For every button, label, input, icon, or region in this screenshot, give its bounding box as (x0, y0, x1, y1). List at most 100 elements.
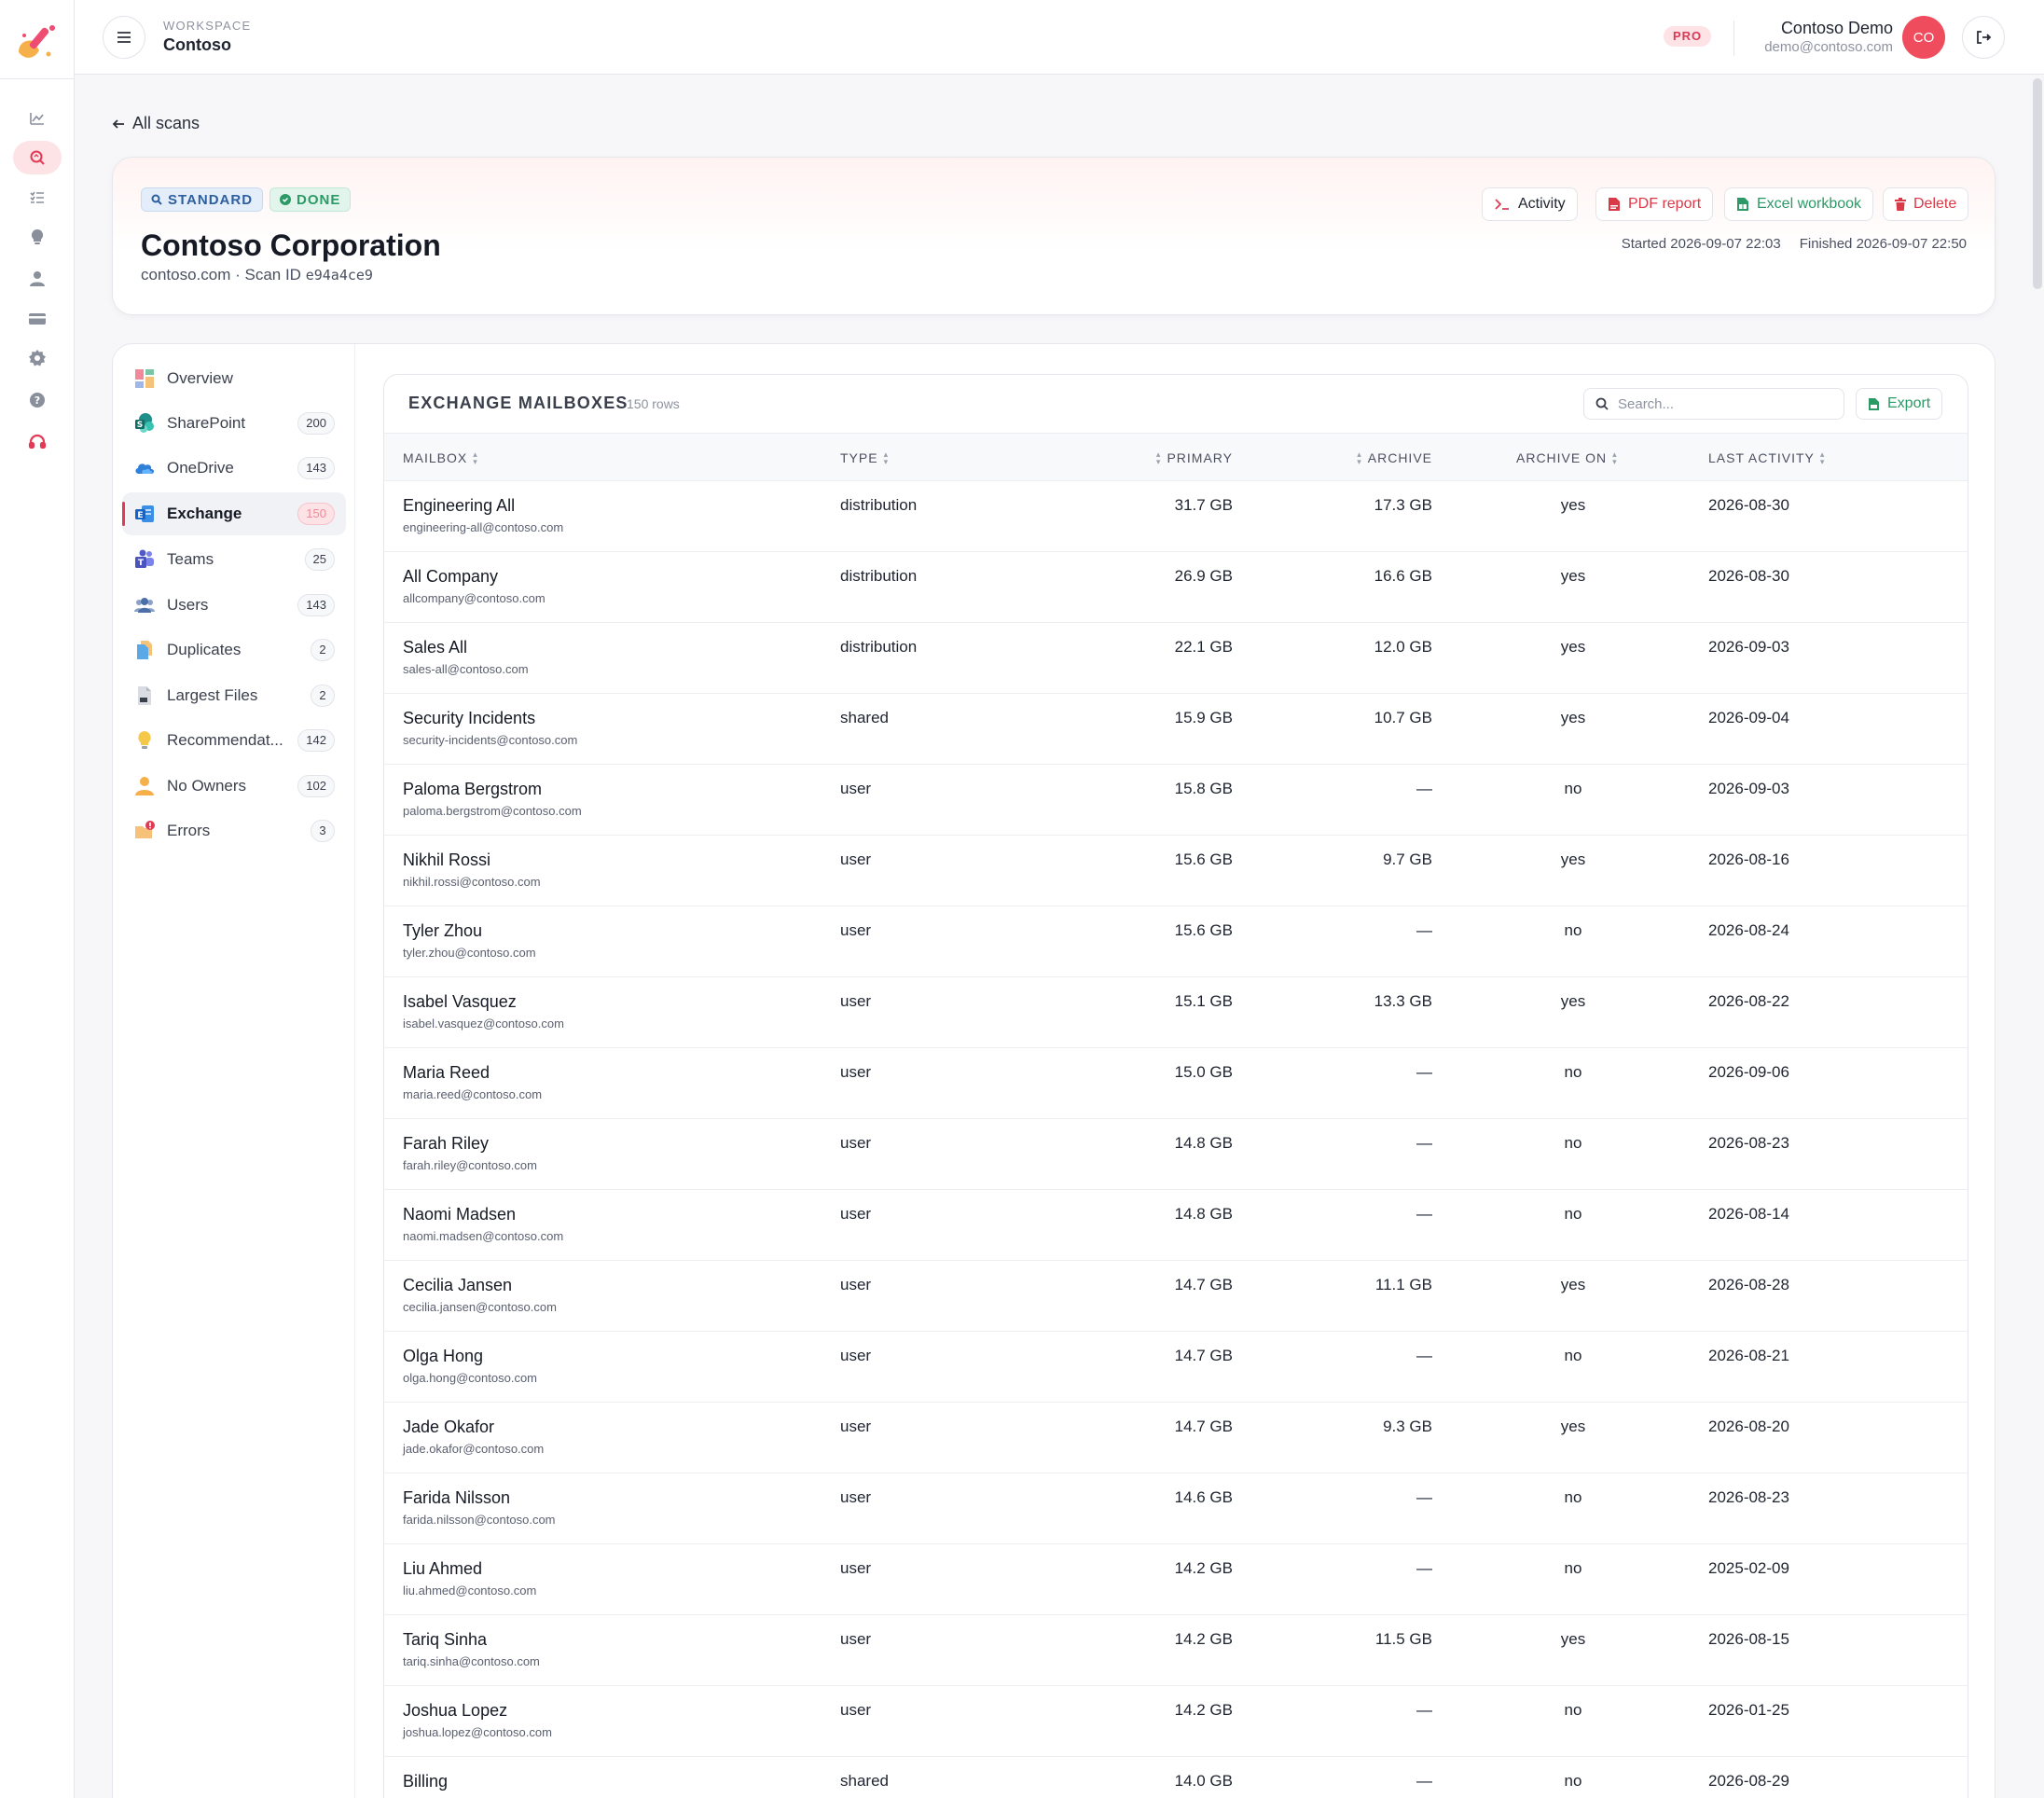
last-activity: 2026-08-23 (1708, 1488, 1789, 1506)
last-activity: 2026-08-30 (1708, 567, 1789, 585)
table-row[interactable]: Jade Okafor jade.okafor@contoso.com user 14… (384, 1403, 1968, 1473)
rail-divider (0, 78, 75, 79)
page-scrollbar[interactable] (2033, 78, 2042, 289)
scans-icon[interactable] (13, 141, 62, 174)
mailbox-email: security-incidents@contoso.com (403, 733, 578, 747)
primary-size: 14.2 GB (1174, 1559, 1233, 1577)
column-header-mailbox[interactable]: MAILBOX ▴ ▾ (403, 450, 478, 466)
sharepoint-icon: S (135, 413, 154, 433)
archive-size: 13.3 GB (1374, 992, 1432, 1010)
workspace-name[interactable]: Contoso (163, 35, 231, 55)
archive-enabled: no (1564, 780, 1582, 797)
primary-size: 14.8 GB (1174, 1134, 1233, 1152)
table-row[interactable]: Tariq Sinha tariq.sinha@contoso.com user 14… (384, 1615, 1968, 1686)
column-header-primary[interactable]: ▴ ▾ PRIMARY (1156, 450, 1233, 466)
top-bar: WORKSPACE Contoso PRO Contoso Demo demo@… (75, 0, 2044, 75)
table-row[interactable]: Liu Ahmed liu.ahmed@contoso.com user 14.2 G… (384, 1544, 1968, 1615)
archive-enabled: no (1564, 1205, 1582, 1223)
excel-workbook-button[interactable]: Excel workbook (1724, 187, 1874, 221)
nav-item-largest-files[interactable]: Largest Files 2 (122, 674, 346, 717)
table-row[interactable]: Sales All sales-all@contoso.com distributi… (384, 623, 1968, 694)
mailbox-name: Tyler Zhou (403, 921, 483, 940)
primary-size: 14.6 GB (1174, 1488, 1233, 1506)
user-icon[interactable] (13, 262, 62, 296)
settings-gear-icon[interactable] (13, 341, 62, 375)
menu-toggle-button[interactable] (103, 16, 145, 59)
logout-button[interactable] (1962, 16, 2005, 59)
nav-label: Teams (167, 550, 214, 568)
table-row[interactable]: Nikhil Rossi nikhil.rossi@contoso.com user… (384, 836, 1968, 906)
archive-size: 16.6 GB (1374, 567, 1432, 585)
nav-item-teams[interactable]: T Teams 25 (122, 538, 346, 581)
scan-times: Started 2026-09-07 22:03 Finished 2026-0… (1622, 236, 1967, 252)
column-header-label: PRIMARY (1167, 450, 1233, 465)
svg-text:?: ? (35, 394, 40, 407)
last-activity: 2026-09-03 (1708, 638, 1789, 656)
nav-label: Users (167, 596, 209, 614)
billing-card-icon[interactable] (13, 302, 62, 336)
nav-item-onedrive[interactable]: OneDrive 143 (122, 447, 346, 490)
help-icon[interactable]: ? (13, 383, 62, 417)
archive-size: 11.1 GB (1374, 1276, 1432, 1293)
table-header: MAILBOX ▴ ▾ TYPE ▴ ▾ ▴ ▾ PRIMARY ▴ ▾ ARCHIVE… (384, 433, 1968, 481)
archive-enabled: yes (1560, 1276, 1586, 1293)
primary-size: 14.8 GB (1174, 1205, 1233, 1223)
mailbox-email: olga.hong@contoso.com (403, 1371, 538, 1385)
nav-item-duplicates[interactable]: Duplicates 2 (122, 629, 346, 671)
mailbox-name: Joshua Lopez (403, 1701, 508, 1720)
app-logo-icon[interactable] (11, 17, 63, 69)
support-headset-icon[interactable] (13, 425, 62, 459)
nav-item-overview[interactable]: Overview (122, 357, 346, 400)
nav-item-errors[interactable]: Errors 3 (122, 809, 346, 852)
table-row[interactable]: Olga Hong olga.hong@contoso.com user 14.7 G… (384, 1332, 1968, 1403)
page-title: Contoso Corporation (141, 228, 441, 262)
column-header-last-activity[interactable]: LAST ACTIVITY ▴ ▾ (1708, 450, 1825, 466)
left-rail: ? (0, 0, 75, 1798)
table-row[interactable]: Cecilia Jansen cecilia.jansen@contoso.com… (384, 1261, 1968, 1332)
mailbox-name: Isabel Vasquez (403, 992, 517, 1011)
overview-grid-icon (135, 369, 154, 388)
nav-item-exchange[interactable]: E Exchange 150 (122, 492, 346, 535)
last-activity: 2026-08-29 (1708, 1772, 1789, 1790)
analytics-icon[interactable] (13, 102, 62, 135)
activity-button[interactable]: Activity (1482, 187, 1578, 221)
nav-item-users[interactable]: Users 143 (122, 584, 346, 627)
nav-item-recommendations[interactable]: Recommendat... 142 (122, 719, 346, 762)
mailbox-name: Farah Riley (403, 1134, 490, 1153)
archive-size: — (1416, 1772, 1432, 1790)
primary-size: 14.7 GB (1174, 1347, 1233, 1364)
table-row[interactable]: Billing shared 14.0 GB — no 2026-08-29 (384, 1757, 1968, 1798)
nav-item-sharepoint[interactable]: S SharePoint 200 (122, 402, 346, 445)
table-row[interactable]: Joshua Lopez joshua.lopez@contoso.com user… (384, 1686, 1968, 1757)
back-to-scans-link[interactable]: All scans (112, 114, 200, 133)
primary-size: 15.1 GB (1174, 992, 1233, 1010)
lightbulb-icon[interactable] (13, 220, 62, 254)
column-header-archive[interactable]: ▴ ▾ ARCHIVE (1357, 450, 1432, 466)
archive-enabled: no (1564, 1772, 1582, 1790)
nav-item-no-owners[interactable]: No Owners 102 (122, 765, 346, 808)
table-row[interactable]: Naomi Madsen naomi.madsen@contoso.com user… (384, 1190, 1968, 1261)
tasks-list-icon[interactable] (13, 181, 62, 214)
avatar[interactable]: CO (1902, 16, 1945, 59)
table-row[interactable]: Tyler Zhou tyler.zhou@contoso.com user 15.6… (384, 906, 1968, 977)
table-row[interactable]: Engineering All engineering-all@contoso.c… (384, 481, 1968, 552)
scan-domain-line: contoso.com · Scan ID (141, 266, 301, 284)
search-input[interactable] (1618, 395, 1823, 412)
table-row[interactable]: Security Incidents security-incidents@con… (384, 694, 1968, 765)
table-row[interactable]: Paloma Bergstrom paloma.bergstrom@contoso… (384, 765, 1968, 836)
column-header-type[interactable]: TYPE ▴ ▾ (840, 450, 889, 466)
primary-size: 15.6 GB (1174, 921, 1233, 939)
table-row[interactable]: Farah Riley farah.riley@contoso.com user 14… (384, 1119, 1968, 1190)
table-row[interactable]: Maria Reed maria.reed@contoso.com user 15.0… (384, 1048, 1968, 1119)
mailbox-name: Jade Okafor (403, 1418, 495, 1436)
table-row[interactable]: Farida Nilsson farida.nilsson@contoso.com… (384, 1473, 1968, 1544)
mailbox-name: Billing (403, 1772, 449, 1791)
column-header-archive-on[interactable]: ARCHIVE ON ▴ ▾ (1516, 450, 1618, 466)
pdf-report-button[interactable]: PDF report (1595, 187, 1714, 221)
delete-button[interactable]: Delete (1883, 187, 1969, 221)
table-row[interactable]: Isabel Vasquez isabel.vasquez@contoso.com… (384, 977, 1968, 1048)
table-row[interactable]: All Company allcompany@contoso.com distrib… (384, 552, 1968, 623)
archive-size: — (1416, 1205, 1432, 1223)
mailbox-email: nikhil.rossi@contoso.com (403, 875, 541, 889)
export-button[interactable]: Export (1856, 388, 1943, 420)
